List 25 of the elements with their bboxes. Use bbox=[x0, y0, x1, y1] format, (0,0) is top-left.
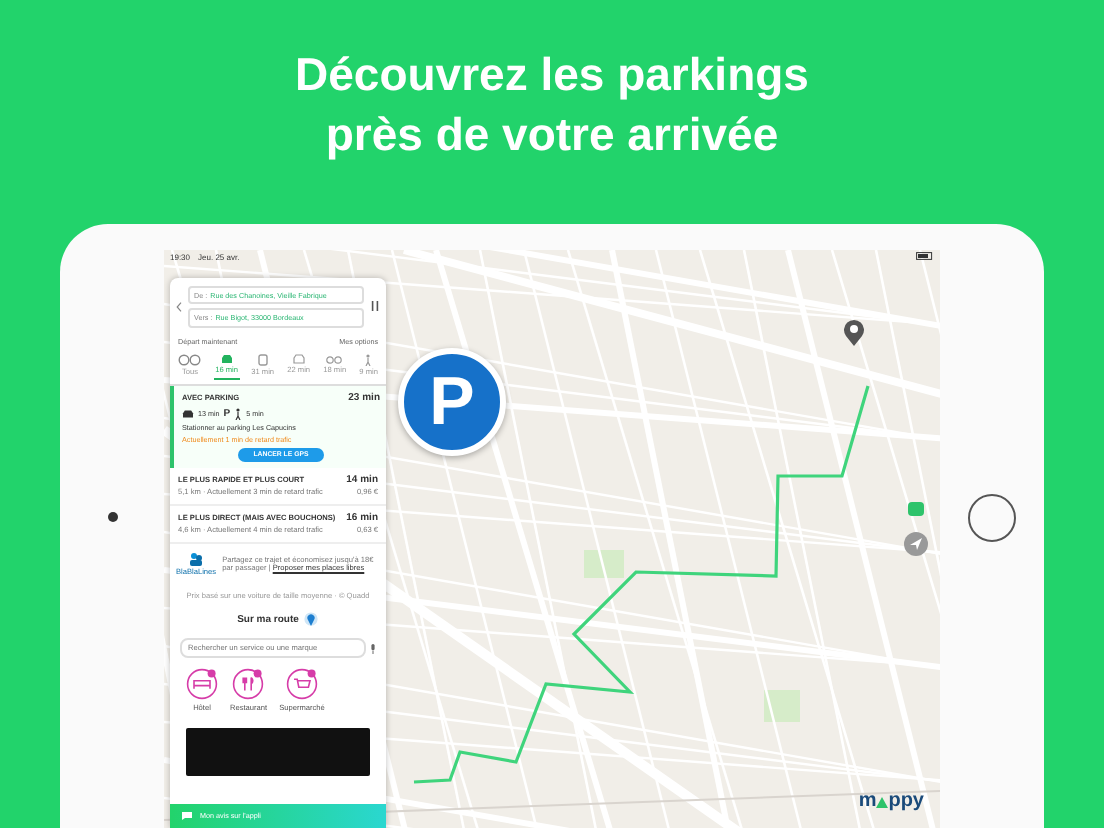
back-chevron-icon[interactable] bbox=[176, 301, 182, 312]
camera-dot bbox=[107, 512, 117, 522]
microphone-icon[interactable] bbox=[370, 643, 376, 654]
map-pin-icon[interactable] bbox=[842, 318, 866, 346]
location-arrow-icon[interactable] bbox=[904, 532, 928, 556]
mappy-logo: m ppy bbox=[858, 790, 924, 812]
battery-icon bbox=[916, 252, 934, 260]
location-pin-icon bbox=[304, 612, 319, 629]
swap-icon[interactable] bbox=[370, 300, 380, 313]
walking-person-icon bbox=[364, 354, 373, 367]
chat-bubble-icon bbox=[182, 811, 192, 820]
bike-icon bbox=[326, 354, 343, 365]
bed-icon[interactable] bbox=[186, 668, 218, 701]
ad-banner-placeholder[interactable] bbox=[186, 728, 370, 777]
car-icon bbox=[219, 354, 234, 365]
car-icon bbox=[291, 354, 306, 365]
cart-icon[interactable] bbox=[285, 668, 318, 701]
headline: près de votre arrivée bbox=[325, 106, 779, 164]
cutlery-icon[interactable] bbox=[232, 668, 265, 701]
walking-person-icon bbox=[234, 408, 243, 421]
car-icon bbox=[182, 410, 194, 419]
home-button[interactable] bbox=[968, 493, 1016, 541]
carpool-logo-icon bbox=[188, 551, 205, 566]
headline: Découvrez les parkings bbox=[295, 46, 809, 104]
bus-icon bbox=[257, 354, 268, 367]
